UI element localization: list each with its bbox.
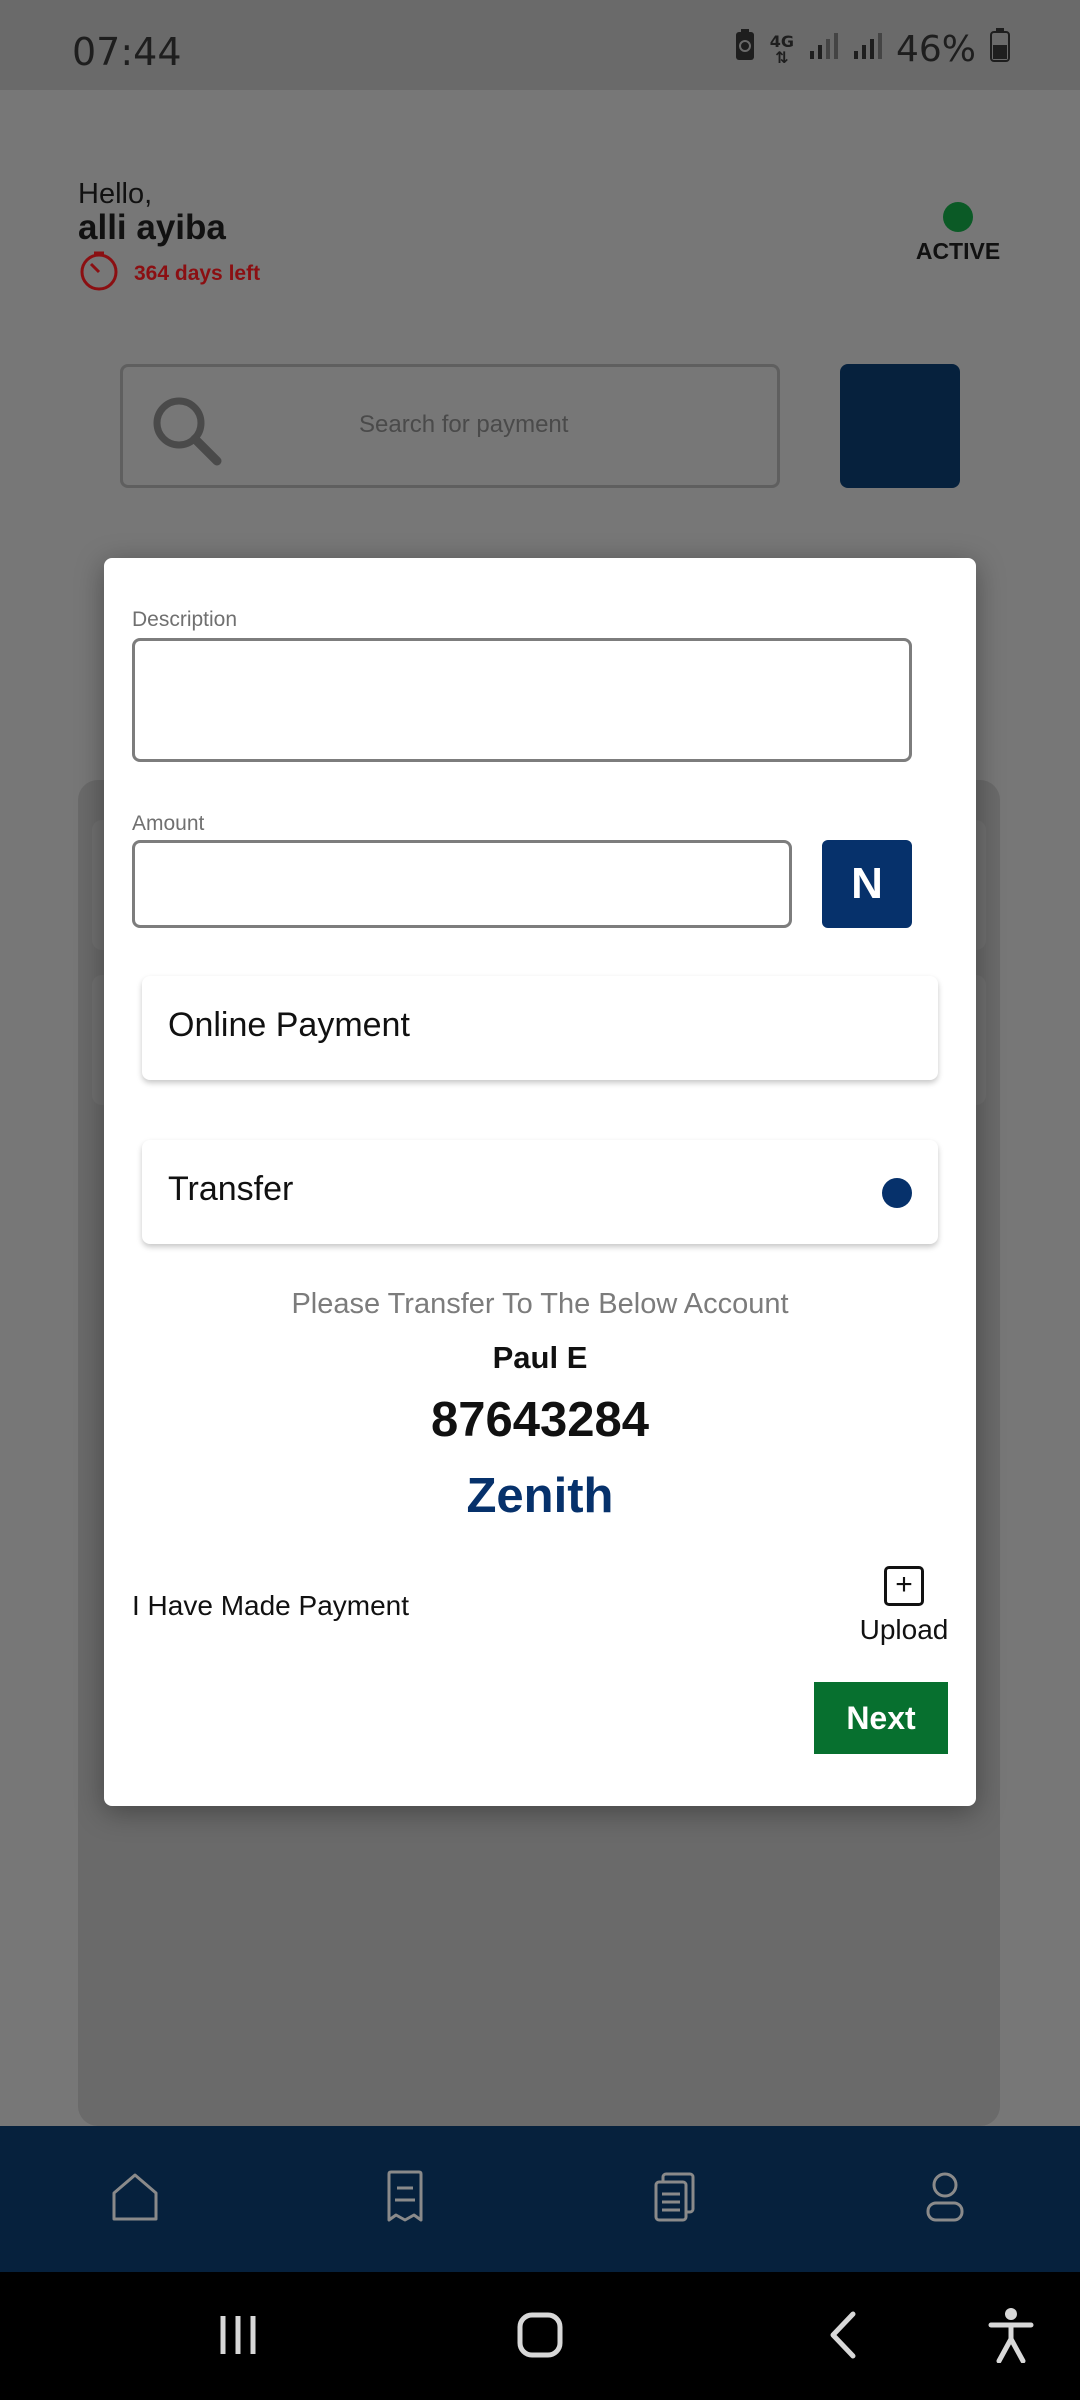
profile-icon	[925, 2171, 965, 2228]
option-label: Online Payment	[168, 1006, 410, 1044]
account-number: 87643284	[430, 1393, 649, 1447]
back-chevron-icon	[823, 2310, 863, 2365]
status-label: ACTIVE	[915, 238, 1001, 264]
description-label: Description	[132, 608, 238, 631]
option-label: Transfer	[168, 1170, 294, 1208]
option-online-payment[interactable]: Online Payment	[142, 976, 938, 1080]
back-button[interactable]	[808, 2302, 878, 2372]
network-type-icon: 4G ⇅	[769, 31, 794, 67]
search-icon	[149, 393, 223, 472]
nav-home[interactable]	[95, 2159, 175, 2239]
recent-apps-button[interactable]	[203, 2302, 273, 2372]
subscription-days: 364 days left	[78, 250, 260, 297]
bank-name: Zenith	[466, 1469, 614, 1523]
amount-label: Amount	[132, 812, 205, 835]
status-icons: 4G ⇅ 46%	[734, 28, 1010, 71]
filter-button[interactable]	[840, 364, 960, 488]
timer-icon	[78, 250, 120, 297]
search-input[interactable]: Search for payment	[120, 364, 780, 488]
home-square-icon	[516, 2311, 564, 2364]
accessibility-button[interactable]	[976, 2302, 1046, 2372]
account-name: Paul E	[492, 1340, 588, 1375]
description-input[interactable]	[132, 638, 912, 762]
user-name: alli ayiba	[78, 208, 226, 247]
battery-percent: 46%	[895, 29, 976, 70]
account-status: ACTIVE	[912, 202, 1004, 265]
network-type-label: 4G	[769, 31, 794, 51]
plus-box-icon: +	[884, 1566, 924, 1606]
recent-apps-icon	[215, 2312, 261, 2363]
home-system-button[interactable]	[505, 2302, 575, 2372]
selected-radio-indicator	[882, 1178, 912, 1208]
status-time: 07:44	[72, 30, 182, 74]
nav-documents[interactable]	[635, 2159, 715, 2239]
option-transfer[interactable]: Transfer	[142, 1140, 938, 1244]
documents-icon	[653, 2172, 697, 2227]
nav-profile[interactable]	[905, 2159, 985, 2239]
status-bar: 07:44 4G ⇅ 46%	[0, 0, 1080, 90]
signal-icon-2	[852, 29, 882, 70]
transfer-instruction: Please Transfer To The Below Account	[291, 1288, 789, 1320]
greeting: Hello,	[78, 178, 153, 210]
search-placeholder: Search for payment	[359, 411, 569, 438]
payment-confirmation-label: I Have Made Payment	[132, 1590, 410, 1621]
battery-icon	[990, 28, 1010, 71]
currency-button[interactable]: N	[822, 840, 912, 928]
battery-saver-icon	[734, 28, 756, 71]
signal-icon	[808, 29, 838, 70]
next-button[interactable]: Next	[814, 1682, 948, 1754]
system-navigation-bar	[0, 2272, 1080, 2400]
amount-input[interactable]	[132, 840, 792, 928]
status-dot	[943, 202, 973, 232]
receipt-icon	[383, 2170, 427, 2229]
days-left: 364 days left	[134, 261, 261, 285]
accessibility-icon	[987, 2307, 1035, 2368]
payment-modal: Description Amount N Online Payment Tran…	[104, 558, 976, 1806]
upload-button[interactable]: + Upload	[842, 1566, 966, 1646]
bottom-navigation	[0, 2126, 1080, 2272]
home-icon	[110, 2171, 160, 2228]
nav-receipts[interactable]	[365, 2159, 445, 2239]
upload-label: Upload	[859, 1614, 949, 1645]
